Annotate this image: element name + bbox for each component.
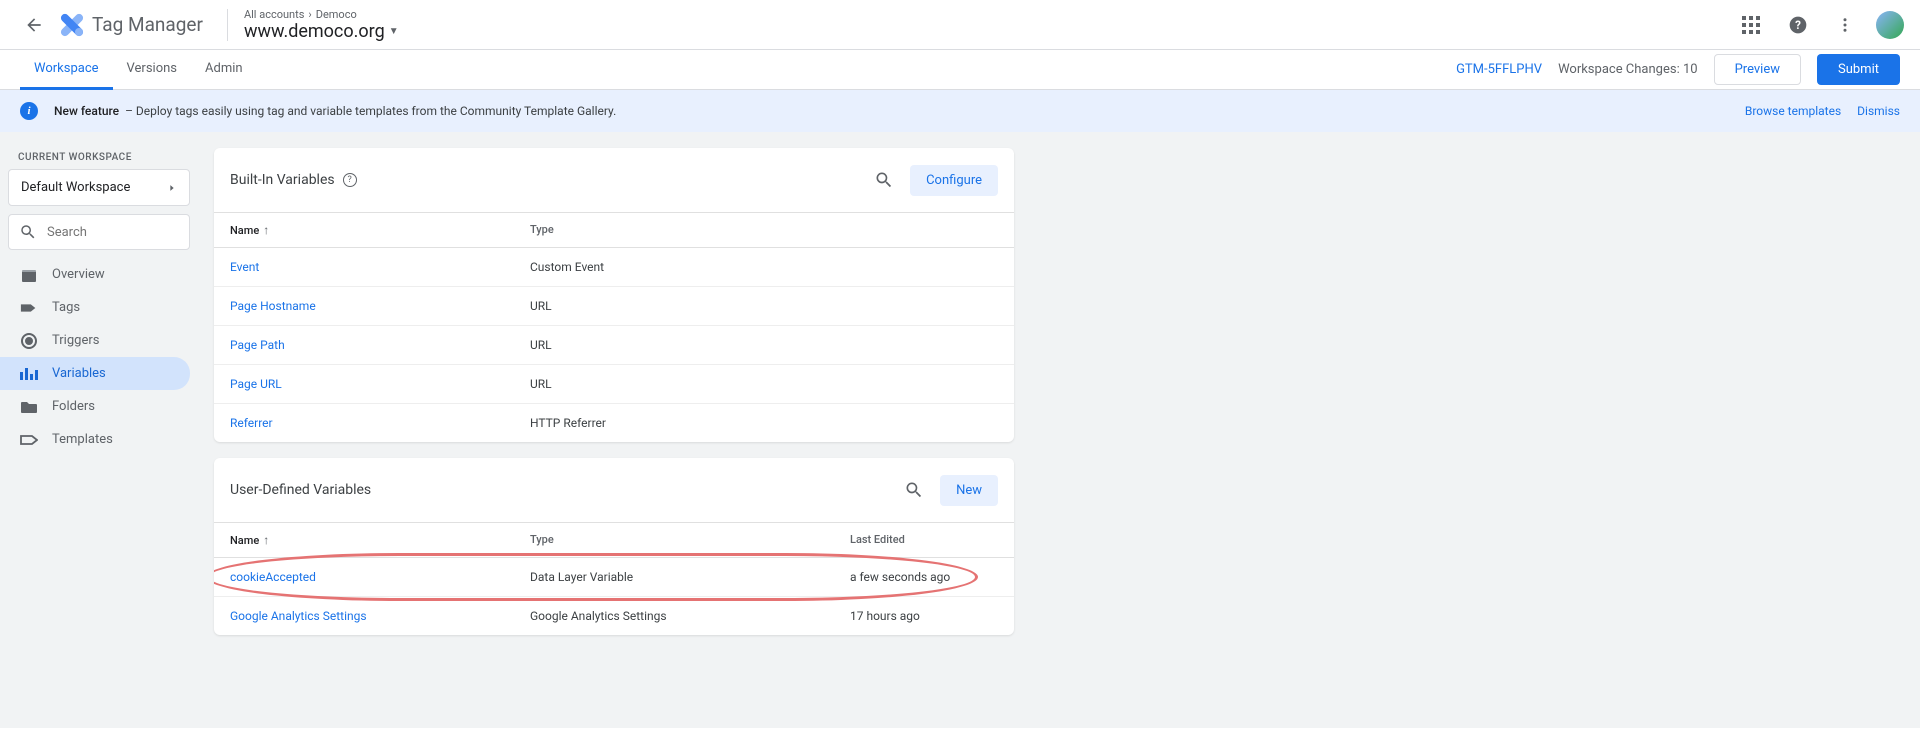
templates-icon: [20, 433, 38, 447]
breadcrumb-account[interactable]: Democo: [316, 8, 357, 21]
sidebar-section-label: CURRENT WORKSPACE: [8, 140, 190, 169]
caret-down-icon[interactable]: ▼: [389, 26, 399, 37]
search-input-wrapper[interactable]: [8, 214, 190, 250]
sort-arrow-up-icon: ↑: [263, 533, 269, 547]
changes-count: Workspace Changes: 10: [1558, 62, 1698, 77]
nav-bar: Workspace Versions Admin GTM-5FFLPHV Wor…: [0, 50, 1920, 90]
breadcrumb[interactable]: All accounts › Democo www.democo.org ▼: [244, 8, 399, 42]
search-icon[interactable]: [866, 162, 902, 198]
dismiss-link[interactable]: Dismiss: [1857, 104, 1900, 118]
help-icon[interactable]: ?: [343, 173, 357, 187]
new-button[interactable]: New: [940, 475, 998, 506]
sidebar-item-label: Overview: [52, 267, 105, 282]
workspace-selector[interactable]: Default Workspace: [8, 169, 190, 206]
table-row[interactable]: Page Hostname URL: [214, 287, 1014, 326]
sidebar-item-variables[interactable]: Variables: [0, 357, 190, 390]
submit-button[interactable]: Submit: [1817, 54, 1900, 85]
table-row[interactable]: Page URL URL: [214, 365, 1014, 404]
variable-type: Data Layer Variable: [530, 570, 850, 584]
variable-link[interactable]: Google Analytics Settings: [230, 609, 367, 623]
overview-icon: [20, 268, 38, 282]
sidebar-item-folders[interactable]: Folders: [0, 390, 190, 423]
sidebar-item-label: Templates: [52, 432, 113, 447]
table-row[interactable]: Page Path URL: [214, 326, 1014, 365]
content-area: Built-In Variables ? Configure Name ↑ Ty…: [198, 132, 1920, 728]
card-title: Built-In Variables: [230, 172, 335, 188]
sidebar-item-label: Folders: [52, 399, 95, 414]
tags-icon: [20, 301, 38, 315]
col-type[interactable]: Type: [530, 223, 850, 237]
container-name[interactable]: www.democo.org: [244, 21, 385, 42]
variable-type: Custom Event: [530, 260, 850, 274]
triggers-icon: [20, 334, 38, 348]
sidebar: CURRENT WORKSPACE Default Workspace Over…: [0, 132, 198, 728]
variable-link[interactable]: Page Path: [230, 338, 285, 352]
tab-admin[interactable]: Admin: [191, 50, 257, 90]
search-icon: [19, 223, 37, 241]
sidebar-item-tags[interactable]: Tags: [0, 291, 190, 324]
table-header: Name ↑ Type Last Edited: [214, 522, 1014, 558]
search-icon[interactable]: [896, 472, 932, 508]
col-name[interactable]: Name ↑: [230, 533, 530, 547]
table-row[interactable]: Google Analytics Settings Google Analytic…: [214, 597, 1014, 635]
table-header: Name ↑ Type: [214, 212, 1014, 248]
sidebar-item-triggers[interactable]: Triggers: [0, 324, 190, 357]
variable-type: Google Analytics Settings: [530, 609, 850, 623]
chevron-right-icon: ›: [308, 8, 311, 21]
avatar[interactable]: [1876, 11, 1904, 39]
variable-link[interactable]: Event: [230, 260, 259, 274]
table-row[interactable]: Event Custom Event: [214, 248, 1014, 287]
sidebar-item-templates[interactable]: Templates: [0, 423, 190, 456]
variable-type: URL: [530, 338, 850, 352]
search-input[interactable]: [47, 225, 179, 240]
table-row[interactable]: Referrer HTTP Referrer: [214, 404, 1014, 442]
tab-versions[interactable]: Versions: [113, 50, 191, 90]
tag-manager-logo-icon: [60, 13, 84, 37]
sidebar-item-label: Tags: [52, 300, 80, 315]
sort-arrow-up-icon: ↑: [263, 223, 269, 237]
configure-button[interactable]: Configure: [910, 165, 998, 196]
divider: [227, 9, 228, 41]
variable-link[interactable]: Referrer: [230, 416, 273, 430]
variable-type: HTTP Referrer: [530, 416, 850, 430]
svg-text:?: ?: [1795, 18, 1801, 32]
folders-icon: [20, 400, 38, 414]
main-layout: CURRENT WORKSPACE Default Workspace Over…: [0, 132, 1920, 728]
notification-bar: i New feature – Deploy tags easily using…: [0, 90, 1920, 132]
table-row[interactable]: cookieAccepted Data Layer Variablea few s…: [214, 558, 1014, 597]
tab-workspace[interactable]: Workspace: [20, 50, 113, 90]
sidebar-item-overview[interactable]: Overview: [0, 258, 190, 291]
sidebar-item-label: Variables: [52, 366, 106, 381]
product-name: Tag Manager: [92, 13, 203, 36]
col-name[interactable]: Name ↑: [230, 223, 530, 237]
notification-text: – Deploy tags easily using tag and varia…: [125, 104, 616, 118]
variable-type: URL: [530, 299, 850, 313]
variable-type: URL: [530, 377, 850, 391]
browse-templates-link[interactable]: Browse templates: [1745, 104, 1841, 118]
notification-title: New feature: [54, 104, 119, 118]
built-in-variables-card: Built-In Variables ? Configure Name ↑ Ty…: [214, 148, 1014, 442]
col-edited[interactable]: Last Edited: [850, 533, 998, 547]
variable-link[interactable]: Page Hostname: [230, 299, 316, 313]
container-id-link[interactable]: GTM-5FFLPHV: [1456, 62, 1542, 77]
chevron-right-icon: [167, 183, 177, 193]
breadcrumb-accounts[interactable]: All accounts: [244, 8, 304, 21]
sidebar-item-label: Triggers: [52, 333, 99, 348]
apps-icon[interactable]: [1736, 10, 1766, 40]
variables-icon: [20, 367, 38, 381]
card-title: User-Defined Variables: [230, 482, 371, 498]
more-vert-icon[interactable]: [1830, 10, 1860, 40]
help-icon[interactable]: ?: [1782, 9, 1814, 41]
back-arrow-icon[interactable]: [16, 7, 52, 43]
variable-edited: a few seconds ago: [850, 570, 998, 584]
user-defined-variables-card: User-Defined Variables New Name ↑ Type L…: [214, 458, 1014, 635]
col-type[interactable]: Type: [530, 533, 850, 547]
variable-edited: 17 hours ago: [850, 609, 998, 623]
variable-link[interactable]: Page URL: [230, 377, 282, 391]
variable-link[interactable]: cookieAccepted: [230, 570, 316, 584]
app-header: Tag Manager All accounts › Democo www.de…: [0, 0, 1920, 50]
info-icon: i: [20, 102, 38, 120]
preview-button[interactable]: Preview: [1714, 54, 1801, 85]
workspace-name: Default Workspace: [21, 180, 130, 195]
